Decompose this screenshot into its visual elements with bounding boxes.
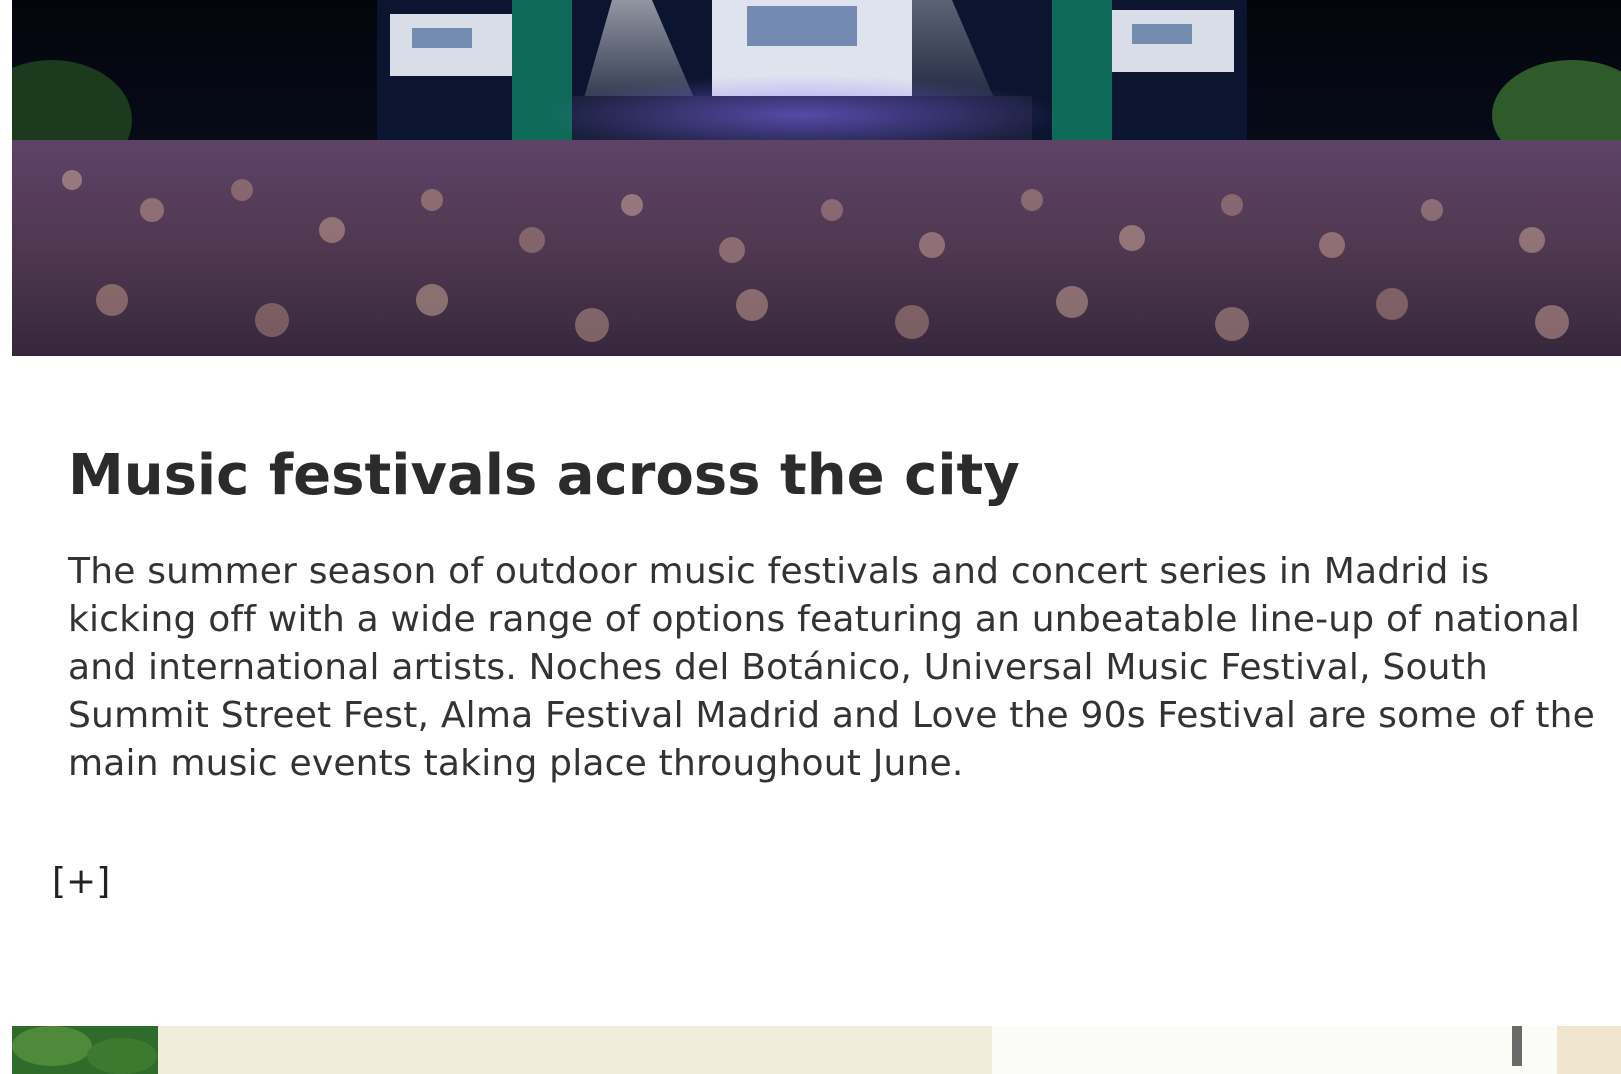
- hero-image-concert-crowd: [12, 0, 1621, 356]
- article-title: Music festivals across the city: [68, 443, 1020, 508]
- next-article-image: [12, 1026, 1621, 1074]
- expand-toggle-button[interactable]: [+]: [52, 858, 110, 906]
- next-article-image-illustration: [12, 1026, 1621, 1074]
- concert-crowd-illustration: [12, 0, 1621, 356]
- article-body: The summer season of outdoor music festi…: [68, 551, 1596, 784]
